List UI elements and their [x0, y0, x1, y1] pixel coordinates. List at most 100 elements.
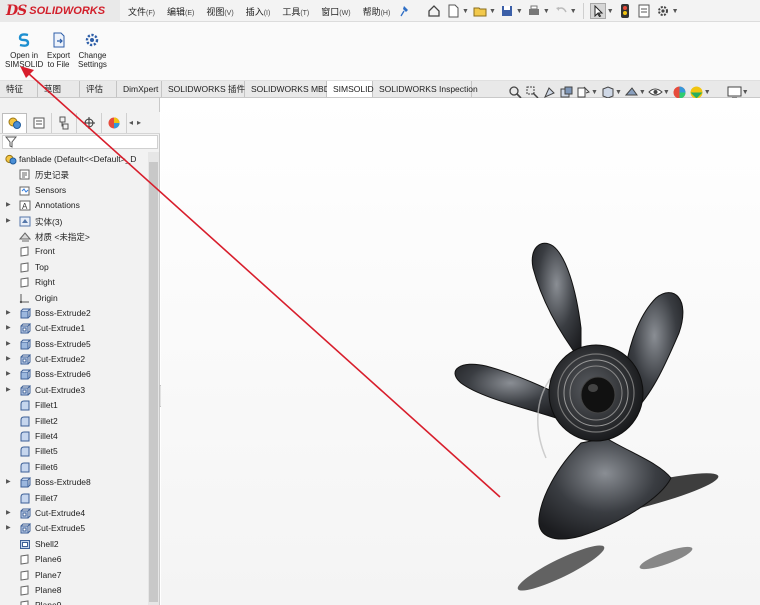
- tree-item-boss-extrude5[interactable]: ▶ Boss-Extrude5: [0, 337, 148, 352]
- tab-simsolid[interactable]: SIMSOLID: [327, 81, 374, 97]
- expand-arrow-icon[interactable]: ▶: [6, 201, 11, 208]
- graphics-viewport[interactable]: [161, 98, 760, 605]
- chevron-down-icon[interactable]: ▼: [570, 8, 577, 15]
- tree-item-fillet4[interactable]: Fillet4: [0, 429, 148, 444]
- chevron-down-icon[interactable]: ▼: [591, 89, 598, 96]
- print-button[interactable]: [526, 3, 542, 19]
- tabs-scroll-left-icon[interactable]: ◂: [129, 118, 133, 127]
- tree-item-fillet7[interactable]: Fillet7: [0, 491, 148, 506]
- tree-item-3[interactable]: ▶ 实体(3): [0, 214, 148, 229]
- chevron-down-icon[interactable]: ▼: [742, 89, 749, 96]
- tree-item-cut-extrude1[interactable]: ▶ Cut-Extrude1: [0, 321, 148, 336]
- chevron-down-icon[interactable]: ▼: [516, 8, 523, 15]
- property-manager-tab[interactable]: [27, 112, 52, 133]
- rebuild-button[interactable]: [617, 3, 633, 19]
- tree-item-top[interactable]: Top: [0, 260, 148, 275]
- tree-item-fillet1[interactable]: Fillet1: [0, 398, 148, 413]
- menu-file[interactable]: 文件(F): [128, 5, 161, 18]
- tree-item-plane7[interactable]: Plane7: [0, 568, 148, 583]
- tree-item-plane8[interactable]: Plane8: [0, 583, 148, 598]
- chevron-down-icon[interactable]: ▼: [607, 8, 614, 15]
- cut-extrude-icon: [20, 354, 31, 365]
- open-in-simsolid-button[interactable]: Open in SIMSOLID: [5, 32, 43, 69]
- expand-arrow-icon[interactable]: ▶: [6, 370, 11, 377]
- menu-view[interactable]: 视图(V): [206, 5, 239, 18]
- history-icon: [19, 169, 30, 180]
- menu-edit[interactable]: 编辑(E): [167, 5, 200, 18]
- tree-item-sensors[interactable]: Sensors: [0, 183, 148, 198]
- select-button[interactable]: [589, 3, 606, 19]
- tree-item-[interactable]: 材质 <未指定>: [0, 229, 148, 244]
- undo-button[interactable]: [553, 3, 569, 19]
- tree-item-boss-extrude6[interactable]: ▶ Boss-Extrude6: [0, 367, 148, 382]
- tree-item-annotations[interactable]: ▶ A Annotations: [0, 198, 148, 213]
- menu-help[interactable]: 帮助(H): [363, 5, 397, 18]
- chevron-down-icon[interactable]: ▼: [543, 8, 550, 15]
- chevron-down-icon[interactable]: ▼: [615, 89, 622, 96]
- open-button[interactable]: [472, 3, 488, 19]
- tab-features[interactable]: 特征: [0, 81, 38, 97]
- tab-evaluate[interactable]: 评估: [80, 81, 117, 97]
- expand-arrow-icon[interactable]: ▶: [6, 340, 11, 347]
- expand-arrow-icon[interactable]: ▶: [6, 478, 11, 485]
- tree-item-cut-extrude5[interactable]: ▶ Cut-Extrude5: [0, 521, 148, 536]
- display-manager-tab[interactable]: [102, 112, 127, 133]
- tree-item-origin[interactable]: Origin: [0, 291, 148, 306]
- scrollbar-thumb[interactable]: [149, 162, 158, 602]
- chevron-down-icon[interactable]: ▼: [704, 89, 711, 96]
- home-button[interactable]: [426, 3, 442, 19]
- expand-arrow-icon[interactable]: ▶: [6, 524, 11, 531]
- expand-arrow-icon[interactable]: ▶: [6, 386, 11, 393]
- tabs-scroll-right-icon[interactable]: ▸: [137, 118, 141, 127]
- tree-item-plane6[interactable]: Plane6: [0, 552, 148, 567]
- chevron-down-icon[interactable]: ▼: [462, 8, 469, 15]
- tab-solidworks-mbd[interactable]: SOLIDWORKS MBD: [245, 81, 330, 97]
- tree-item-fillet6[interactable]: Fillet6: [0, 460, 148, 475]
- chevron-down-icon[interactable]: ▼: [663, 89, 670, 96]
- configuration-manager-tab[interactable]: [52, 112, 77, 133]
- tree-root-part[interactable]: fanblade (Default<<Default>_D ^: [0, 152, 153, 167]
- menu-tools[interactable]: 工具(T): [282, 5, 315, 18]
- tree-item-fillet2[interactable]: Fillet2: [0, 414, 148, 429]
- feature-manager-tab[interactable]: [2, 112, 27, 133]
- save-button[interactable]: [499, 3, 515, 19]
- tree-item-boss-extrude2[interactable]: ▶ Boss-Extrude2: [0, 306, 148, 321]
- new-document-button[interactable]: [445, 3, 461, 19]
- expand-arrow-icon[interactable]: ▶: [6, 217, 11, 224]
- tree-item-[interactable]: 历史记录: [0, 167, 148, 182]
- chevron-down-icon[interactable]: ▼: [489, 8, 496, 15]
- options-button[interactable]: [655, 3, 671, 19]
- tree-item-cut-extrude3[interactable]: ▶ Cut-Extrude3: [0, 383, 148, 398]
- fillet-icon: [20, 446, 30, 457]
- expand-arrow-icon[interactable]: ▶: [6, 309, 11, 316]
- tab-dimxpert[interactable]: DimXpert: [117, 81, 162, 97]
- chevron-down-icon[interactable]: ▼: [639, 89, 646, 96]
- menu-insert[interactable]: 插入(I): [246, 5, 277, 18]
- tree-item-plane9[interactable]: Plane9: [0, 598, 148, 605]
- tab-solidworks-addins[interactable]: SOLIDWORKS 插件: [162, 81, 245, 97]
- solidworks-logo[interactable]: DS SOLIDWORKS: [0, 0, 120, 22]
- expand-arrow-icon[interactable]: ▶: [6, 324, 11, 331]
- feature-tree-scrollbar[interactable]: [148, 152, 159, 605]
- tree-item-boss-extrude8[interactable]: ▶ Boss-Extrude8: [0, 475, 148, 490]
- dimxpert-manager-tab[interactable]: [77, 112, 102, 133]
- tree-item-fillet5[interactable]: Fillet5: [0, 444, 148, 459]
- export-to-file-button[interactable]: Export to File: [47, 32, 70, 69]
- file-properties-button[interactable]: [636, 3, 652, 19]
- tab-solidworks-inspection[interactable]: SOLIDWORKS Inspection: [373, 81, 478, 97]
- tree-item-cut-extrude4[interactable]: ▶ Cut-Extrude4: [0, 506, 148, 521]
- tab-sketch[interactable]: 草图: [38, 81, 80, 97]
- fan-blade-model[interactable]: [161, 98, 760, 605]
- pin-icon[interactable]: [400, 5, 412, 17]
- extrude-icon: [20, 339, 31, 350]
- tree-item-front[interactable]: Front: [0, 244, 148, 259]
- change-settings-button[interactable]: Change Settings: [78, 32, 107, 69]
- expand-arrow-icon[interactable]: ▶: [6, 509, 11, 516]
- tree-item-shell2[interactable]: Shell2: [0, 537, 148, 552]
- feature-tree-filter[interactable]: [2, 135, 158, 149]
- tree-item-right[interactable]: Right: [0, 275, 148, 290]
- expand-arrow-icon[interactable]: ▶: [6, 355, 11, 362]
- chevron-down-icon[interactable]: ▼: [672, 8, 679, 15]
- menu-window[interactable]: 窗口(W): [321, 5, 356, 18]
- tree-item-cut-extrude2[interactable]: ▶ Cut-Extrude2: [0, 352, 148, 367]
